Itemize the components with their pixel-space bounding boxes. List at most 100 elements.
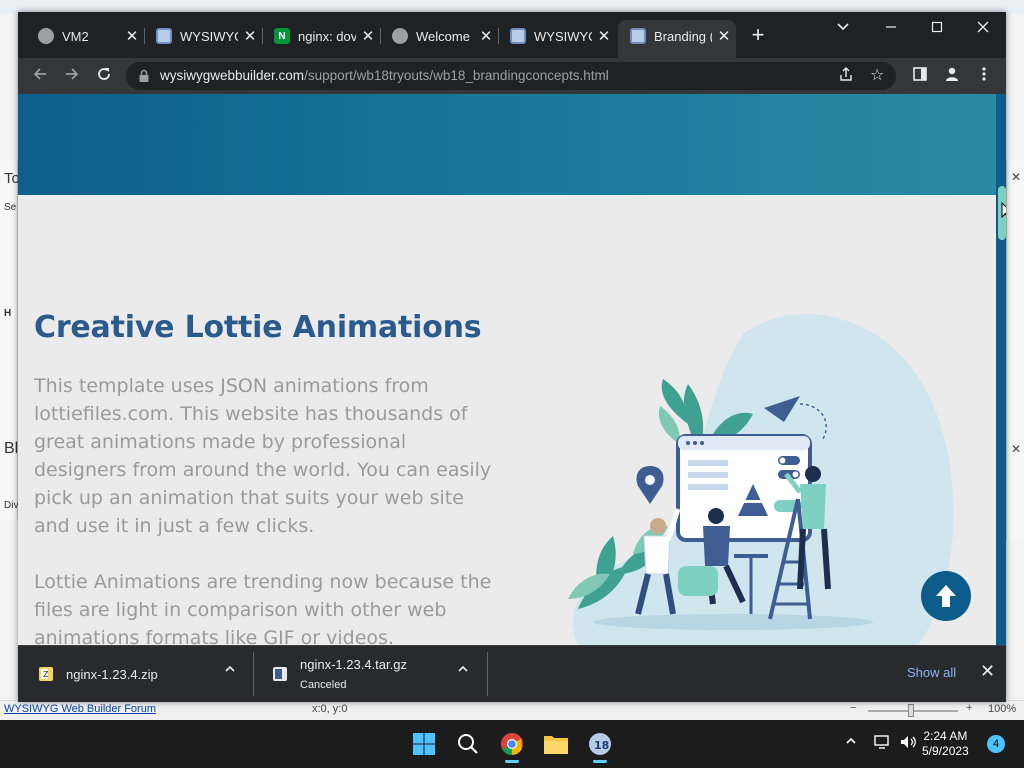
mouse-cursor-icon — [1001, 202, 1006, 219]
download-item[interactable]: Z nginx-1.23.4.zip — [18, 646, 254, 702]
wysiwyg-taskbar-app[interactable]: 18 — [584, 728, 616, 763]
file-explorer-taskbar-app[interactable] — [540, 728, 572, 760]
page-viewport: Creative Lottie Animations This template… — [18, 94, 1006, 645]
show-hidden-icons-chevron-up-icon[interactable] — [845, 734, 857, 750]
wysiwyg-icon — [510, 28, 526, 44]
address-bar[interactable]: wysiwygwebbuilder.com/support/wb18tryout… — [126, 62, 896, 90]
download-options-chevron-up-icon[interactable] — [457, 662, 469, 678]
archive-file-icon — [273, 667, 287, 681]
lock-icon[interactable] — [136, 68, 152, 84]
panel-close-icon[interactable]: ✕ — [1011, 170, 1021, 184]
start-button[interactable] — [408, 728, 440, 760]
globe-icon — [38, 28, 54, 44]
background-panel-label: Div — [4, 500, 19, 511]
forward-button[interactable] — [60, 64, 84, 88]
tab-close-icon[interactable]: ✕ — [712, 27, 736, 45]
background-app-left-panel: To Se H Bl Div — [0, 160, 20, 520]
tab-title: WYSIWYG — [534, 28, 592, 44]
clock-time: 2:24 AM — [923, 729, 968, 743]
chrome-icon — [501, 733, 523, 755]
tab-branding[interactable]: Branding ( ✕ — [618, 20, 736, 58]
download-status: Canceled — [300, 679, 347, 691]
globe-icon — [392, 28, 408, 44]
show-all-downloads-link[interactable]: Show all — [907, 665, 956, 680]
search-button[interactable] — [452, 728, 484, 760]
browser-window: VM2 ✕ WYSIWYG ✕ N nginx: dov ✕ Welcome ✕… — [18, 12, 1006, 702]
maximize-icon — [931, 21, 943, 33]
lottie-illustration — [568, 314, 954, 645]
volume-icon[interactable] — [899, 734, 917, 753]
tab-vm2[interactable]: VM2 ✕ — [26, 20, 145, 52]
reload-icon — [98, 68, 110, 80]
url-host: wysiwygwebbuilder.com — [160, 68, 305, 83]
download-item[interactable]: nginx-1.23.4.tar.gz Canceled — [254, 646, 488, 702]
tab-close-icon[interactable]: ✕ — [356, 27, 380, 45]
background-app-statusbar: WYSIWYG Web Builder Forum x:0, y:0 − + 1… — [0, 700, 1024, 720]
background-panel-label: Bl — [4, 440, 19, 457]
download-filename: nginx-1.23.4.zip — [66, 667, 158, 682]
windows-logo-icon — [413, 733, 435, 755]
panel-close-icon[interactable]: ✕ — [1011, 442, 1021, 456]
network-icon[interactable] — [874, 734, 892, 753]
forum-link[interactable]: WYSIWYG Web Builder Forum — [4, 703, 156, 715]
wysiwyg-web-builder-icon: 18 — [589, 733, 611, 755]
background-panel-label: Se — [4, 202, 17, 213]
maximize-button[interactable] — [914, 16, 960, 42]
tab-welcome[interactable]: Welcome ✕ — [380, 20, 499, 52]
tab-close-icon[interactable]: ✕ — [474, 27, 498, 45]
system-clock[interactable]: 2:24 AM 5/9/2023 — [922, 729, 969, 759]
zoom-slider-thumb[interactable] — [908, 704, 914, 717]
close-downloads-shelf-icon[interactable]: ✕ — [980, 661, 995, 682]
tab-close-icon[interactable]: ✕ — [592, 27, 616, 45]
arrow-left-icon — [33, 68, 46, 80]
kebab-menu-icon — [982, 67, 986, 81]
background-panel-label: H — [4, 308, 12, 319]
chrome-taskbar-app[interactable] — [496, 728, 528, 763]
tab-close-icon[interactable]: ✕ — [120, 27, 144, 45]
folder-icon — [544, 736, 568, 754]
nginx-icon: N — [274, 28, 290, 44]
tab-strip: VM2 ✕ WYSIWYG ✕ N nginx: dov ✕ Welcome ✕… — [18, 12, 1006, 58]
zoom-out-icon[interactable]: − — [850, 702, 856, 714]
notification-count-badge[interactable]: 4 — [987, 735, 1005, 753]
close-icon — [977, 21, 989, 33]
share-icon[interactable] — [838, 66, 854, 86]
tab-search-button[interactable] — [836, 20, 854, 37]
back-to-top-button[interactable] — [921, 571, 971, 621]
close-window-button[interactable] — [960, 16, 1006, 42]
tab-nginx[interactable]: N nginx: dov ✕ — [262, 20, 381, 52]
zip-file-icon: Z — [39, 667, 53, 681]
download-options-chevron-up-icon[interactable] — [224, 662, 236, 678]
zoom-level: 100% — [988, 703, 1017, 715]
menu-button[interactable] — [972, 64, 996, 88]
back-button[interactable] — [28, 64, 52, 88]
tab-wysiwyg[interactable]: WYSIWYG ✕ — [144, 20, 263, 52]
side-panel-button[interactable] — [908, 64, 932, 88]
wysiwyg-icon — [156, 28, 172, 44]
browser-toolbar: wysiwygwebbuilder.com/support/wb18tryout… — [18, 58, 1006, 94]
bookmark-star-icon[interactable]: ☆ — [870, 65, 884, 85]
tab-title: Branding ( — [654, 28, 712, 44]
url-text[interactable]: wysiwygwebbuilder.com/support/wb18tryout… — [160, 68, 609, 83]
minimize-icon — [886, 26, 896, 28]
search-icon — [458, 734, 478, 754]
arrow-right-icon — [66, 68, 79, 80]
svg-text:18: 18 — [594, 739, 609, 752]
downloads-shelf: Z nginx-1.23.4.zip nginx-1.23.4.tar.gz C… — [18, 645, 1006, 702]
wysiwyg-icon — [630, 28, 646, 44]
profile-button[interactable] — [940, 64, 964, 88]
tab-close-icon[interactable]: ✕ — [238, 27, 262, 45]
intro-paragraph: This template uses JSON animations from … — [34, 375, 492, 537]
page-scrollbar-track[interactable] — [996, 94, 1006, 645]
zoom-in-icon[interactable]: + — [966, 702, 972, 714]
arrow-up-icon — [936, 585, 956, 607]
chevron-down-icon — [837, 23, 849, 31]
reload-button[interactable] — [92, 64, 116, 88]
background-app-right-panel: ✕ ✕ — [1006, 160, 1024, 540]
url-path: /support/wb18tryouts/wb18_brandingconcep… — [304, 68, 609, 83]
tab-title: Welcome — [416, 28, 470, 44]
minimize-button[interactable] — [868, 16, 914, 42]
tab-wysiwyg-2[interactable]: WYSIWYG ✕ — [498, 20, 616, 52]
new-tab-button[interactable]: + — [746, 24, 770, 48]
tab-title: nginx: dov — [298, 28, 356, 44]
